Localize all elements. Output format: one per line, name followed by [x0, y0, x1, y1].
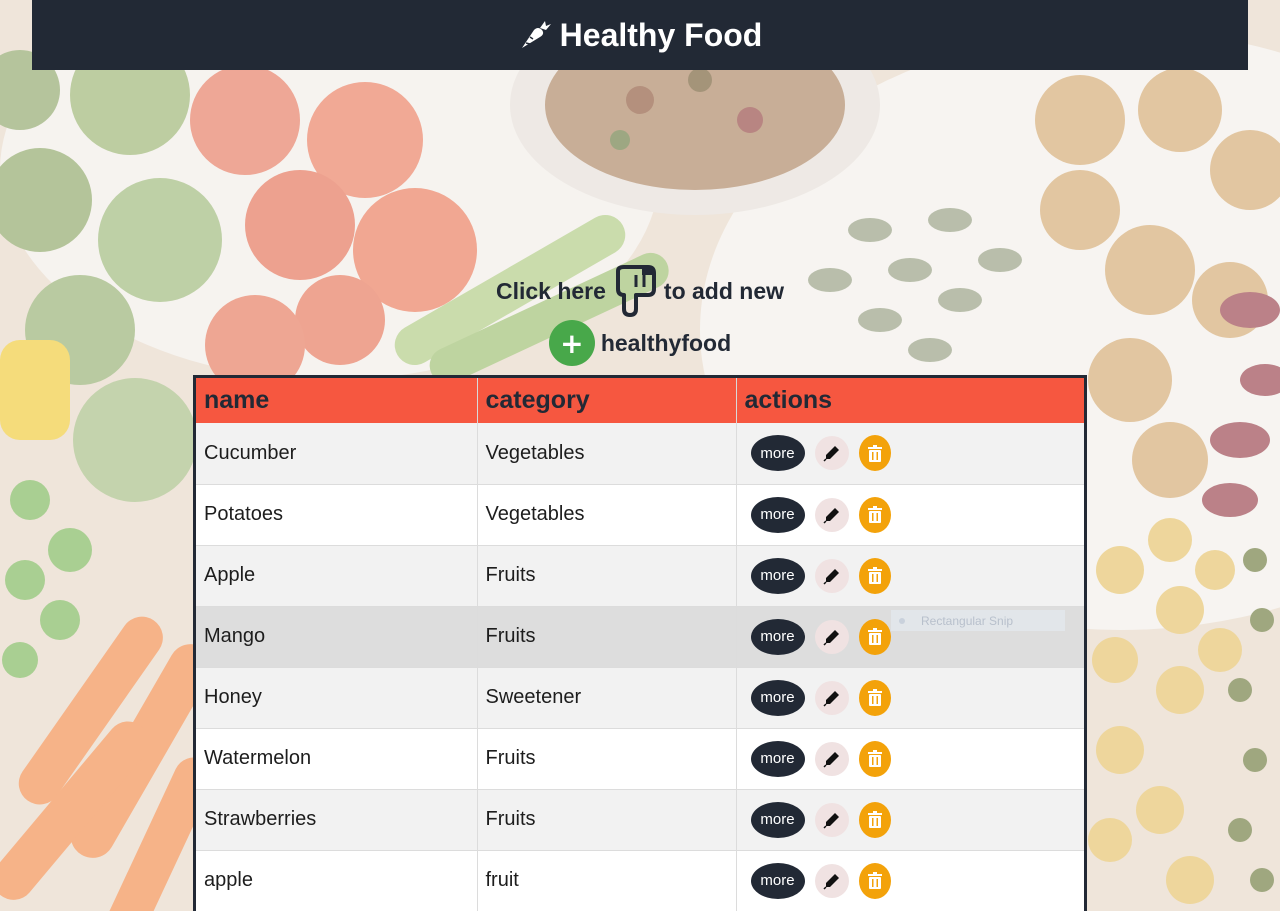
prompt-line2-text: healthyfood	[600, 329, 732, 356]
trash-icon	[867, 628, 882, 645]
table-row: Honey Sweetener more	[196, 667, 1084, 729]
rectangular-snip-overlay: Rectangular Snip	[891, 610, 1065, 631]
cell-name: Apple	[196, 545, 478, 607]
edit-button[interactable]	[814, 802, 849, 837]
more-button[interactable]: more	[750, 801, 805, 838]
edit-button[interactable]	[814, 619, 849, 654]
table-row: Cucumber Vegetables more	[196, 423, 1084, 485]
trash-icon	[867, 444, 882, 462]
row-actions: more	[745, 496, 1077, 533]
add-new-button[interactable]: +	[548, 320, 595, 366]
more-button[interactable]: more	[750, 618, 805, 655]
more-button[interactable]: more	[750, 557, 805, 594]
table-row: Potatoes Vegetables more	[196, 484, 1084, 546]
cell-name: apple	[196, 850, 478, 911]
row-actions: more	[745, 557, 1077, 594]
pointing-hand-down-icon	[615, 265, 656, 317]
edit-button[interactable]	[814, 497, 849, 532]
snip-dot-icon	[899, 617, 905, 624]
edit-button[interactable]	[814, 558, 849, 593]
delete-button[interactable]	[858, 801, 891, 838]
cell-actions: more	[736, 423, 1084, 485]
carrot-icon	[521, 21, 551, 48]
pen-icon	[822, 690, 839, 707]
delete-button[interactable]	[858, 557, 891, 594]
food-table: name category actions Cucumber Vegetable…	[193, 375, 1087, 911]
trash-icon	[867, 506, 882, 523]
cell-name: Honey	[196, 667, 478, 729]
more-button[interactable]: more	[750, 679, 805, 716]
column-header-name: name	[196, 378, 478, 423]
edit-button[interactable]	[814, 436, 849, 471]
row-actions: more	[745, 862, 1077, 899]
trash-icon	[867, 750, 882, 767]
row-actions: more	[745, 679, 1077, 716]
snip-label: Rectangular Snip	[921, 613, 1014, 628]
pen-icon	[822, 812, 839, 829]
delete-button[interactable]	[858, 496, 891, 533]
cell-actions: more	[736, 667, 1084, 729]
delete-button[interactable]	[858, 679, 891, 716]
pen-icon	[822, 873, 839, 890]
more-button[interactable]: more	[750, 435, 805, 472]
delete-button[interactable]	[858, 618, 891, 655]
cell-category: Sweetener	[477, 667, 737, 729]
trash-icon	[867, 872, 882, 889]
cell-actions: more	[736, 728, 1084, 790]
more-button[interactable]: more	[750, 862, 805, 899]
pen-icon	[822, 507, 839, 524]
row-actions: more	[745, 801, 1077, 838]
cell-actions: more	[736, 789, 1084, 851]
page-title: Healthy Food	[559, 16, 763, 53]
cell-name: Watermelon	[196, 728, 478, 790]
app-header: Healthy Food	[32, 0, 1248, 70]
more-button[interactable]: more	[750, 740, 805, 777]
cell-name: Potatoes	[196, 484, 478, 546]
cell-category: fruit	[477, 850, 737, 911]
cell-name: Cucumber	[196, 423, 478, 485]
delete-button[interactable]	[858, 740, 891, 777]
pen-icon	[822, 446, 839, 462]
table-row: Strawberries Fruits more	[196, 789, 1084, 851]
edit-button[interactable]	[814, 863, 849, 898]
row-actions: more	[745, 435, 1077, 472]
prompt-text-before: Click here	[495, 277, 606, 304]
trash-icon	[867, 689, 882, 706]
trash-icon	[867, 811, 882, 828]
table-header-row: name category actions	[196, 378, 1084, 423]
delete-button[interactable]	[858, 435, 891, 472]
cell-name: Mango	[196, 606, 478, 668]
trash-icon	[867, 567, 882, 584]
pen-icon	[822, 568, 839, 585]
pen-icon	[822, 751, 839, 768]
add-new-prompt: Click here to add new + healthyfood	[0, 265, 1280, 366]
delete-button[interactable]	[858, 862, 891, 899]
table-row: apple fruit more	[196, 850, 1084, 911]
cell-actions: more	[736, 484, 1084, 546]
table-row: Watermelon Fruits more	[196, 728, 1084, 790]
column-header-actions: actions	[736, 378, 1084, 423]
cell-category: Vegetables	[477, 423, 737, 485]
cell-category: Vegetables	[477, 484, 737, 546]
cell-actions: more	[736, 545, 1084, 607]
cell-category: Fruits	[477, 789, 737, 851]
table-row: Apple Fruits more	[196, 545, 1084, 607]
cell-actions: more	[736, 850, 1084, 911]
edit-button[interactable]	[814, 741, 849, 776]
pen-icon	[822, 629, 839, 646]
more-button[interactable]: more	[750, 496, 805, 533]
cell-category: Fruits	[477, 728, 737, 790]
cell-category: Fruits	[477, 545, 737, 607]
prompt-text-after: to add new	[663, 277, 785, 304]
edit-button[interactable]	[814, 680, 849, 715]
cell-category: Fruits	[477, 606, 737, 668]
row-actions: more	[745, 740, 1077, 777]
column-header-category: category	[477, 378, 737, 423]
cell-name: Strawberries	[196, 789, 478, 851]
